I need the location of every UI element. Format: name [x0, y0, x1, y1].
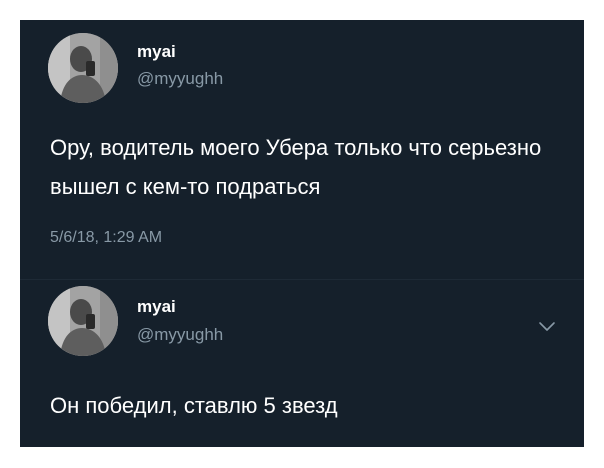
user-handle[interactable]: @myyughh [137, 69, 223, 89]
tweet-text: Он победил, ставлю 5 звезд [50, 393, 338, 418]
chevron-down-icon[interactable] [538, 320, 556, 332]
avatar[interactable] [48, 286, 118, 356]
tweet-timestamp[interactable]: 5/6/18, 1:29 AM [50, 229, 162, 247]
user-handle[interactable]: @myyughh [137, 325, 223, 345]
display-name[interactable]: myai [137, 297, 176, 317]
tweet[interactable]: myai @myyughh Он победил, ставлю 5 звезд [20, 280, 584, 447]
tweet-text: Ору, водитель моего Убера только что сер… [50, 135, 542, 199]
tweet[interactable]: myai @myyughh Ору, водитель моего Убера … [20, 20, 584, 280]
avatar[interactable] [48, 33, 118, 103]
tweet-thread: myai @myyughh Ору, водитель моего Убера … [20, 20, 584, 447]
display-name[interactable]: myai [137, 42, 176, 62]
